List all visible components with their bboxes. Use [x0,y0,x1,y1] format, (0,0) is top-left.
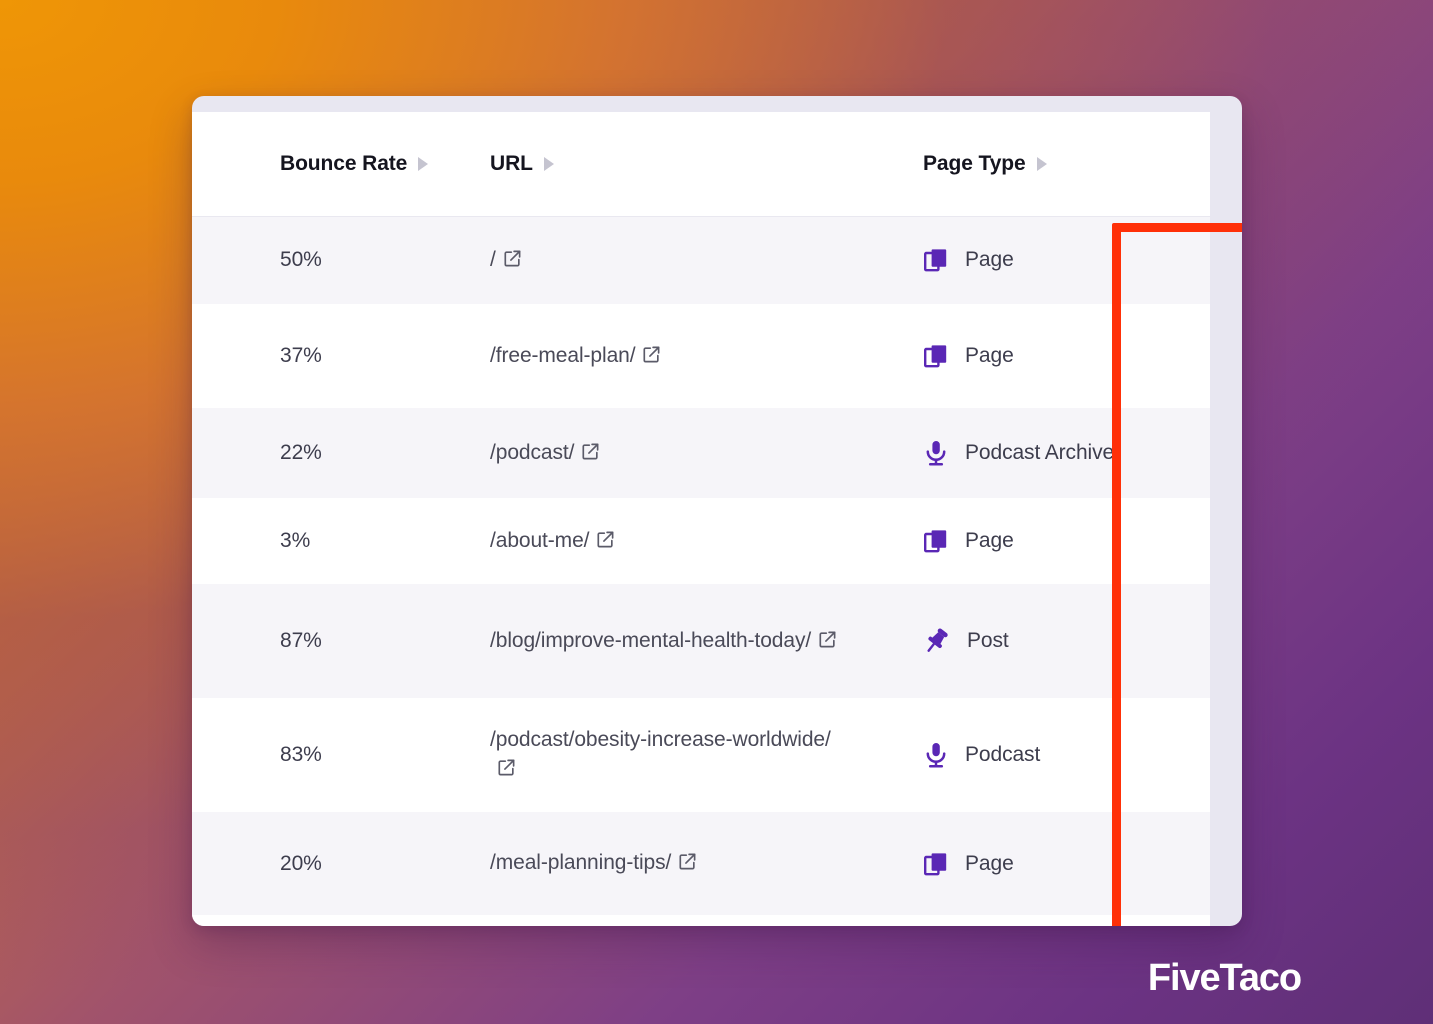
table-header: Bounce Rate URL Page Type [192,112,1210,217]
column-header-label: Bounce Rate [280,151,408,175]
url-text: /podcast/obesity-increase-worldwide/ [490,728,831,752]
column-header-url[interactable]: URL [447,112,875,217]
table-card: Bounce Rate URL Page Type 50% / Page 37%… [192,96,1242,926]
external-link-icon[interactable] [503,249,522,268]
cell-bounce-rate: 3% [192,498,447,584]
table-row[interactable]: 87% /blog/improve-mental-health-today/Pos… [192,584,1210,698]
table-row[interactable]: 22% /podcast/Podcast Archive [192,408,1210,498]
url-text: / [490,247,496,271]
cell-url[interactable]: /podcast/obesity-increase-worldwide/ [447,698,875,812]
pages-stack-icon [924,345,947,368]
cell-bounce-rate: 20% [192,812,447,915]
cell-url[interactable]: /about-me/ [447,498,875,584]
external-link-icon[interactable] [581,442,600,461]
table-scroll-area[interactable]: Bounce Rate URL Page Type 50% / Page 37%… [192,112,1210,926]
bounce-rate-value: 87% [280,629,322,652]
pages-stack-icon [924,530,947,553]
cell-page-type: Page [875,216,1210,304]
pages-stack-icon [924,852,947,875]
sort-caret-icon[interactable] [418,156,429,171]
url-text: /blog/improve-mental-health-today/ [490,628,812,652]
cell-bounce-rate: 87% [192,584,447,698]
fivetaco-watermark: FiveTaco [1147,957,1302,999]
page-type-label: Page [965,344,1014,367]
bounce-rate-value: 3% [280,529,311,552]
url-text: /meal-planning-tips/ [490,851,672,875]
column-header-label: URL [490,151,533,175]
bounce-rate-value: 22% [280,441,322,464]
page-type-label: Post [967,629,1009,652]
sort-caret-icon[interactable] [543,156,554,171]
table-row[interactable]: 37% /free-meal-plan/Page [192,304,1210,408]
table-row[interactable]: 50% / Page [192,216,1210,304]
cell-url[interactable]: /free-meal-plan/ [447,304,875,408]
page-metrics-table: Bounce Rate URL Page Type 50% / Page 37%… [192,112,1210,915]
cell-bounce-rate: 37% [192,304,447,408]
table-body: 50% / Page 37% /free-meal-plan/Page 22% /podca… [192,216,1210,915]
cell-bounce-rate: 50% [192,216,447,304]
url-text: /free-meal-plan/ [490,343,636,367]
table-row[interactable]: 20% /meal-planning-tips/Page [192,812,1210,915]
cell-page-type: Podcast Archive [875,408,1210,498]
microphone-icon [926,441,946,466]
cell-page-type: Page [875,498,1210,584]
bounce-rate-value: 50% [280,248,322,272]
cell-page-type: Page [875,304,1210,408]
table-row[interactable]: 83% /podcast/obesity-increase-worldwide/P… [192,698,1210,812]
external-link-icon[interactable] [596,530,615,549]
external-link-icon[interactable] [642,345,661,364]
microphone-icon [926,743,946,768]
url-text: /about-me/ [490,528,590,552]
bounce-rate-value: 20% [280,851,322,875]
pages-stack-icon [924,249,947,272]
table-row[interactable]: 3% /about-me/Page [192,498,1210,584]
external-link-icon[interactable] [497,758,516,777]
cell-url[interactable]: /podcast/ [447,408,875,498]
external-link-icon[interactable] [678,852,697,871]
pushpin-icon [927,628,948,652]
url-text: /podcast/ [490,440,575,464]
column-header-bounce-rate[interactable]: Bounce Rate [192,112,447,217]
cell-url[interactable]: /blog/improve-mental-health-today/ [447,584,875,698]
page-type-label: Page [965,529,1014,552]
table-header-row: Bounce Rate URL Page Type [192,112,1210,217]
page-type-label: Page [965,851,1014,875]
column-header-label: Page Type [923,151,1026,175]
page-type-label: Podcast Archive [965,441,1115,464]
bounce-rate-value: 37% [280,344,322,367]
sort-caret-icon[interactable] [1036,156,1047,171]
cell-url[interactable]: /meal-planning-tips/ [447,812,875,915]
bounce-rate-value: 83% [280,743,322,766]
page-type-label: Page [965,248,1014,272]
column-header-page-type[interactable]: Page Type [875,112,1210,217]
external-link-icon[interactable] [818,630,837,649]
cell-page-type: Post [875,584,1210,698]
cell-page-type: Podcast [875,698,1210,812]
cell-bounce-rate: 22% [192,408,447,498]
cell-bounce-rate: 83% [192,698,447,812]
cell-page-type: Page [875,812,1210,915]
page-type-label: Podcast [965,743,1041,766]
cell-url[interactable]: / [447,216,875,304]
